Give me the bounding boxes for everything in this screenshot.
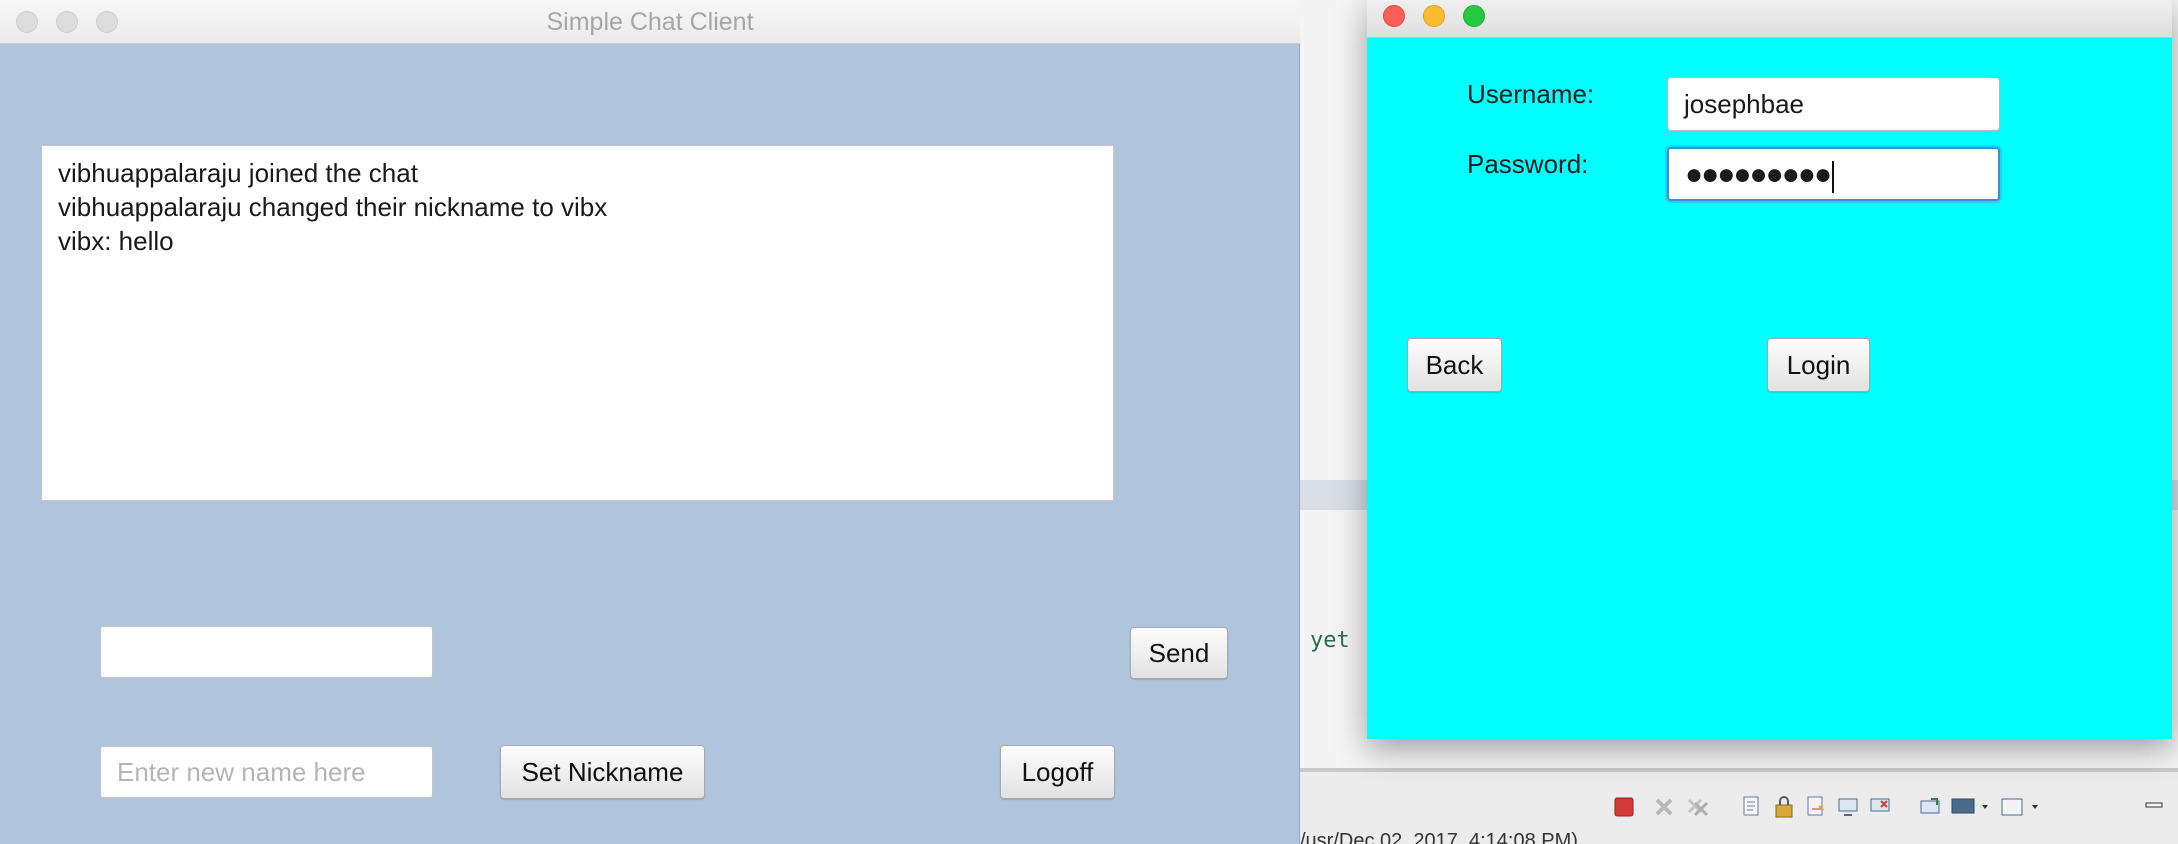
window-title: Simple Chat Client: [546, 8, 754, 36]
login-button[interactable]: Login: [1767, 338, 1870, 392]
close-console-icon[interactable]: [1868, 794, 1894, 820]
chat-message-log[interactable]: vibhuappalaraju joined the chat vibhuapp…: [41, 145, 1114, 501]
chat-client-window: Simple Chat Client vibhuappalaraju joine…: [0, 0, 1300, 844]
chat-titlebar: Simple Chat Client: [0, 0, 1300, 44]
chat-message: vibhuappalaraju joined the chat: [58, 158, 418, 188]
chat-message: vibx: hello: [58, 226, 174, 256]
chat-message: vibhuappalaraju changed their nickname t…: [58, 192, 608, 222]
remove-launch-icon[interactable]: [1651, 794, 1677, 820]
word-wrap-icon[interactable]: [1804, 794, 1830, 820]
login-window: Username: josephbae Password: ●●●●●●●●● …: [1367, 0, 2172, 739]
remove-all-icon[interactable]: [1685, 794, 1711, 820]
back-button[interactable]: Back: [1407, 338, 1502, 392]
close-window-icon[interactable]: [1383, 5, 1405, 27]
console-title: /usr/Dec 02, 2017, 4:14:08 PM): [1300, 830, 1578, 844]
password-field[interactable]: ●●●●●●●●●: [1667, 147, 2000, 201]
minimize-view-icon[interactable]: [2142, 794, 2168, 820]
text-caret: [1832, 161, 1835, 194]
new-console-view-icon[interactable]: [2000, 794, 2040, 820]
username-field[interactable]: josephbae: [1667, 77, 2000, 131]
password-mask: ●●●●●●●●●: [1685, 158, 1832, 191]
scroll-lock-icon[interactable]: [1772, 794, 1798, 820]
terminate-icon[interactable]: [1611, 794, 1637, 820]
display-selected-console-icon[interactable]: [1918, 794, 1944, 820]
send-button[interactable]: Send: [1130, 627, 1228, 679]
nickname-input[interactable]: [100, 746, 433, 798]
message-input[interactable]: [100, 626, 433, 678]
minimize-window-icon[interactable]: [1423, 5, 1445, 27]
ide-code-fragment: yet: [1310, 628, 1350, 653]
open-console-icon[interactable]: [1950, 794, 1990, 820]
pin-console-icon[interactable]: [1836, 794, 1862, 820]
logoff-button[interactable]: Logoff: [1000, 745, 1115, 799]
password-label: Password:: [1467, 149, 1589, 179]
set-nickname-button[interactable]: Set Nickname: [500, 745, 705, 799]
clear-console-icon[interactable]: [1740, 794, 1766, 820]
username-label: Username:: [1467, 79, 1595, 109]
login-titlebar: [1367, 0, 2172, 38]
zoom-window-icon[interactable]: [1463, 5, 1485, 27]
